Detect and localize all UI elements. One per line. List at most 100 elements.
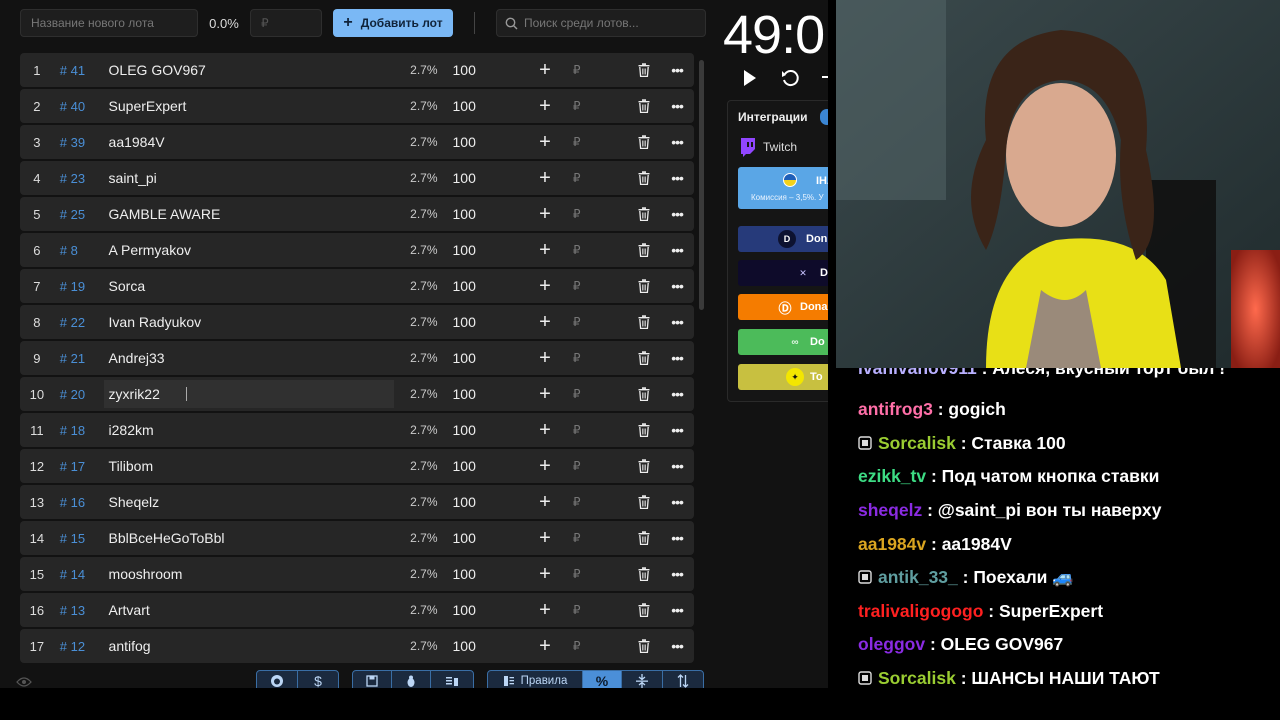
- more-options-icon[interactable]: •••: [660, 494, 694, 510]
- bug-report-button[interactable]: [391, 670, 431, 688]
- more-options-icon[interactable]: •••: [660, 602, 694, 618]
- chat-username[interactable]: tralivaligogogo: [858, 601, 983, 621]
- lot-row[interactable]: 12 # 17 Tilibom 2.7% 100 + ₽ •••: [20, 449, 694, 483]
- lot-row[interactable]: 6 # 8 A Permyakov 2.7% 100 + ₽ •••: [20, 233, 694, 267]
- trash-icon[interactable]: [628, 351, 660, 365]
- chat-username[interactable]: oleggov: [858, 634, 925, 654]
- plus-icon[interactable]: +: [527, 60, 563, 80]
- add-lot-button[interactable]: + Добавить лот: [333, 9, 453, 37]
- more-options-icon[interactable]: •••: [660, 314, 694, 330]
- trash-icon[interactable]: [628, 315, 660, 329]
- lot-row[interactable]: 17 # 12 antifog 2.7% 100 + ₽ •••: [20, 629, 694, 663]
- lot-currency[interactable]: ₽: [563, 63, 591, 77]
- lot-name-field[interactable]: SuperExpert: [104, 92, 394, 120]
- more-options-icon[interactable]: •••: [660, 242, 694, 258]
- more-options-icon[interactable]: •••: [660, 638, 694, 654]
- more-options-icon[interactable]: •••: [660, 458, 694, 474]
- lot-currency[interactable]: ₽: [563, 567, 591, 581]
- plus-icon[interactable]: +: [527, 528, 563, 548]
- lot-name-field[interactable]: Andrej33: [104, 344, 394, 372]
- rules-button[interactable]: Правила: [487, 670, 583, 688]
- plus-icon[interactable]: +: [527, 492, 563, 512]
- integrations-toggle[interactable]: [820, 109, 828, 125]
- chat-username[interactable]: antik_33_: [878, 567, 958, 587]
- lot-currency[interactable]: ₽: [563, 135, 591, 149]
- chat-username[interactable]: sheqelz: [858, 500, 922, 520]
- lot-currency[interactable]: ₽: [563, 207, 591, 221]
- more-options-icon[interactable]: •••: [660, 278, 694, 294]
- lot-name-field[interactable]: A Permyakov: [104, 236, 394, 264]
- lot-name-field[interactable]: BblBceHeGoToBbl: [104, 524, 394, 552]
- lot-row[interactable]: 3 # 39 aa1984V 2.7% 100 + ₽ •••: [20, 125, 694, 159]
- lot-name-field[interactable]: aa1984V: [104, 128, 394, 156]
- restart-icon[interactable]: [780, 68, 800, 88]
- lot-currency[interactable]: ₽: [563, 351, 591, 365]
- donationalerts-button[interactable]: D Don: [738, 226, 828, 252]
- lot-currency[interactable]: ₽: [563, 99, 591, 113]
- lot-search[interactable]: [496, 9, 706, 37]
- trash-icon[interactable]: [628, 531, 660, 545]
- lot-name-field[interactable]: OLEG GOV967: [104, 56, 394, 84]
- plus-icon[interactable]: +: [527, 240, 563, 260]
- lot-name-field[interactable]: saint_pi: [104, 164, 394, 192]
- trash-icon[interactable]: [628, 639, 660, 653]
- twitch-integration[interactable]: Twitch: [739, 137, 797, 157]
- lot-currency[interactable]: ₽: [563, 603, 591, 617]
- lot-row[interactable]: 1 # 41 OLEG GOV967 2.7% 100 + ₽ •••: [20, 53, 694, 87]
- lot-name-field[interactable]: zyxrik22: [103, 380, 394, 408]
- lot-row[interactable]: 14 # 15 BblBceHeGoToBbl 2.7% 100 + ₽ •••: [20, 521, 694, 555]
- lot-row[interactable]: 11 # 18 i282km 2.7% 100 + ₽ •••: [20, 413, 694, 447]
- plus-icon[interactable]: +: [527, 564, 563, 584]
- lot-currency[interactable]: ₽: [563, 423, 591, 437]
- more-options-icon[interactable]: •••: [660, 134, 694, 150]
- plus-icon[interactable]: +: [527, 96, 563, 116]
- new-lot-name-input[interactable]: [20, 9, 198, 37]
- chat-username[interactable]: aa1984v: [858, 534, 926, 554]
- save-button[interactable]: [352, 670, 392, 688]
- more-options-icon[interactable]: •••: [660, 530, 694, 546]
- chat-username[interactable]: Sorcalisk: [878, 668, 956, 688]
- plus-icon[interactable]: +: [527, 384, 563, 404]
- lot-row[interactable]: 7 # 19 Sorca 2.7% 100 + ₽ •••: [20, 269, 694, 303]
- percent-view-button[interactable]: %: [582, 670, 622, 688]
- donatello-button[interactable]: ∞ Do: [738, 329, 828, 355]
- lot-currency[interactable]: ₽: [563, 315, 591, 329]
- lot-name-field[interactable]: Artvart: [104, 596, 394, 624]
- lot-name-field[interactable]: Tilibom: [104, 452, 394, 480]
- more-options-icon[interactable]: •••: [660, 62, 694, 78]
- plus-icon[interactable]: +: [527, 456, 563, 476]
- lot-row[interactable]: 4 # 23 saint_pi 2.7% 100 + ₽ •••: [20, 161, 694, 195]
- lot-name-field[interactable]: Ivan Radyukov: [104, 308, 394, 336]
- plus-icon[interactable]: +: [527, 636, 563, 656]
- more-options-icon[interactable]: •••: [660, 170, 694, 186]
- plus-icon[interactable]: +: [527, 168, 563, 188]
- trash-icon[interactable]: [628, 99, 660, 113]
- lot-name-field[interactable]: Sorca: [104, 272, 394, 300]
- plus-icon[interactable]: +: [527, 420, 563, 440]
- plus-icon[interactable]: +: [527, 348, 563, 368]
- trash-icon[interactable]: [628, 207, 660, 221]
- plus-icon[interactable]: +: [527, 204, 563, 224]
- play-icon[interactable]: [742, 68, 758, 88]
- lot-row[interactable]: 16 # 13 Artvart 2.7% 100 + ₽ •••: [20, 593, 694, 627]
- lot-currency[interactable]: ₽: [563, 531, 591, 545]
- trash-icon[interactable]: [628, 567, 660, 581]
- ihac-card[interactable]: IHAC Комиссия – 3,5%. У: [738, 167, 828, 209]
- lot-list-scrollbar[interactable]: [699, 60, 704, 310]
- trash-icon[interactable]: [628, 243, 660, 257]
- plus-icon[interactable]: +: [527, 276, 563, 296]
- chat-username[interactable]: Sorcalisk: [878, 433, 956, 453]
- chat-username[interactable]: ezikk_tv: [858, 466, 926, 486]
- lot-row[interactable]: 5 # 25 GAMBLE AWARE 2.7% 100 + ₽ •••: [20, 197, 694, 231]
- lot-currency[interactable]: ₽: [563, 387, 591, 401]
- lot-currency[interactable]: ₽: [563, 279, 591, 293]
- lot-name-field[interactable]: antifog: [104, 632, 394, 660]
- chat-username[interactable]: ivanivanov911: [858, 368, 977, 378]
- plus-icon[interactable]: +: [527, 312, 563, 332]
- trash-icon[interactable]: [628, 279, 660, 293]
- trash-icon[interactable]: [628, 387, 660, 401]
- timer-more-icon[interactable]: [822, 68, 828, 88]
- lot-name-field[interactable]: i282km: [104, 416, 394, 444]
- eye-icon[interactable]: [16, 676, 32, 688]
- more-options-icon[interactable]: •••: [660, 386, 694, 402]
